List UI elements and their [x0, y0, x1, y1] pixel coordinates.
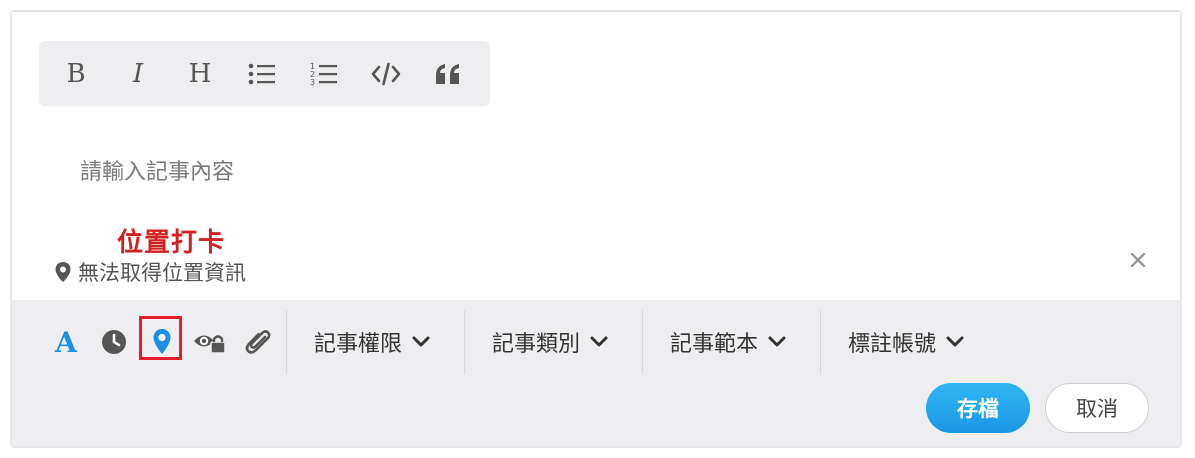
cancel-button[interactable]: 取消	[1045, 383, 1149, 433]
code-button[interactable]	[355, 41, 417, 106]
note-editor-card: B I H 1 2 3 請輸入記事內容 位置打卡 無法取得位置資訊 A 記事權限…	[10, 10, 1182, 448]
close-icon	[1131, 253, 1145, 267]
paperclip-icon	[245, 330, 271, 354]
bullet-list-button[interactable]	[231, 41, 293, 106]
dropdown-label: 標註帳號	[848, 332, 937, 357]
font-color-button[interactable]: A	[42, 320, 90, 364]
svg-text:3: 3	[310, 78, 315, 87]
quote-icon	[436, 63, 459, 84]
privacy-button[interactable]	[186, 320, 234, 364]
code-icon	[371, 62, 401, 85]
remove-location-button[interactable]	[1126, 248, 1150, 272]
italic-icon: I	[132, 58, 144, 89]
bold-icon: B	[66, 58, 86, 89]
chevron-down-icon	[590, 336, 608, 347]
chevron-down-icon	[946, 336, 964, 347]
attachment-button[interactable]	[234, 320, 282, 364]
map-pin-icon	[55, 262, 71, 282]
tag-account-dropdown[interactable]: 標註帳號	[820, 310, 998, 374]
format-toolbar: B I H 1 2 3	[39, 41, 490, 106]
location-status: 無法取得位置資訊	[54, 257, 246, 287]
heading-icon: H	[188, 58, 212, 89]
location-pin-icon	[153, 329, 171, 354]
eye-lock-icon	[194, 335, 226, 354]
save-button[interactable]: 存檔	[926, 383, 1030, 433]
dropdown-label: 記事範本	[670, 332, 759, 357]
footer-tools: A	[42, 316, 282, 364]
schedule-button[interactable]	[90, 320, 138, 364]
bold-button[interactable]: B	[45, 41, 107, 106]
note-template-dropdown[interactable]: 記事範本	[642, 310, 820, 374]
location-checkin-annotation: 位置打卡	[117, 228, 226, 258]
note-content-input[interactable]: 請輸入記事內容	[80, 154, 234, 186]
note-permission-dropdown[interactable]: 記事權限	[286, 310, 464, 374]
italic-button[interactable]: I	[107, 41, 169, 106]
note-category-dropdown[interactable]: 記事類別	[464, 310, 642, 374]
bullet-list-icon	[248, 63, 275, 84]
editor-footer: A 記事權限 記事類別 記事範本 標註帳號 存檔 取消	[12, 300, 1180, 446]
quote-button[interactable]	[417, 41, 479, 106]
location-status-text: 無法取得位置資訊	[78, 261, 246, 285]
heading-button[interactable]: H	[169, 41, 231, 106]
location-checkin-button[interactable]	[138, 316, 186, 364]
dropdown-label: 記事類別	[492, 332, 581, 357]
chevron-down-icon	[412, 336, 430, 347]
numbered-list-button[interactable]: 1 2 3	[293, 41, 355, 106]
clock-icon	[102, 330, 126, 354]
footer-dropdowns: 記事權限 記事類別 記事範本 標註帳號	[286, 310, 998, 374]
font-color-icon: A	[55, 325, 77, 359]
dropdown-label: 記事權限	[314, 332, 403, 357]
chevron-down-icon	[768, 336, 786, 347]
numbered-list-icon: 1 2 3	[310, 62, 337, 87]
